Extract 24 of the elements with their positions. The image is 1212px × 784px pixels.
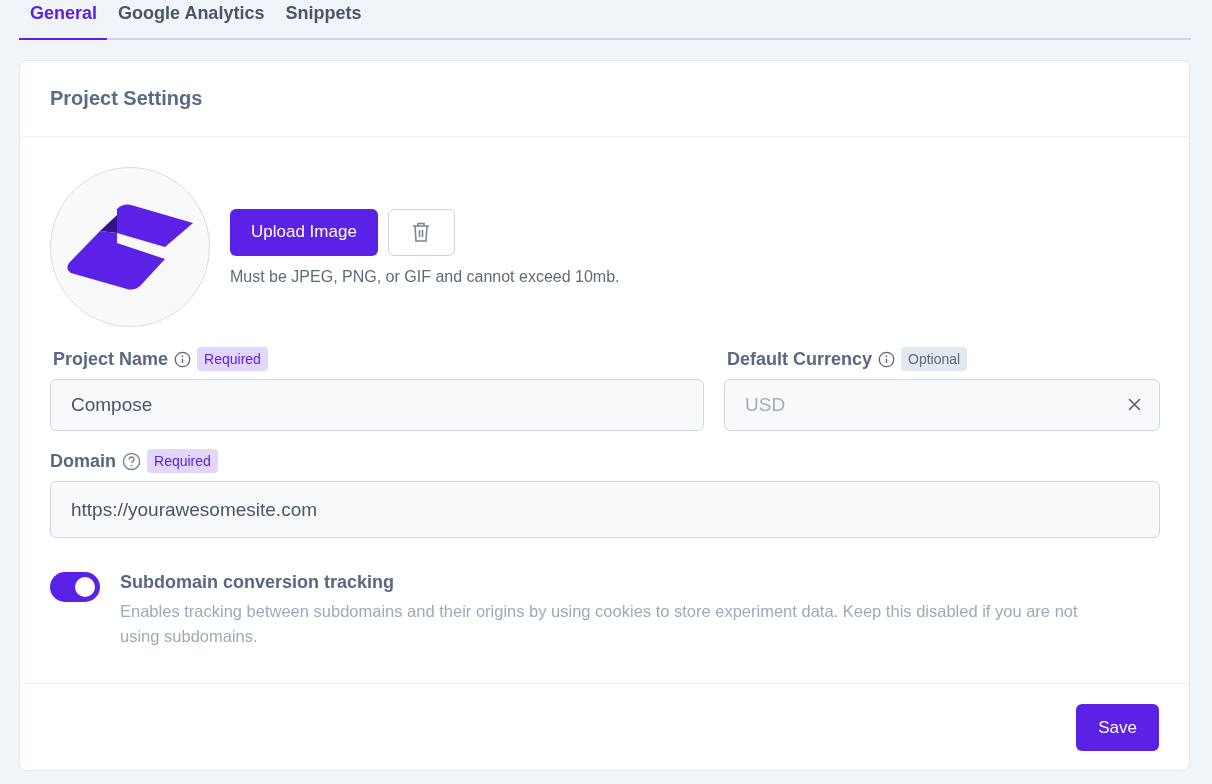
required-badge: Required [197, 347, 268, 371]
trash-icon [411, 221, 432, 243]
clear-icon[interactable] [1128, 398, 1141, 411]
field-label: Domain [50, 450, 116, 472]
tab[interactable]: Snippets [274, 0, 372, 40]
card-title: Project Settings [50, 87, 204, 110]
input-field[interactable]: https://yourawesomesite.com [50, 481, 1160, 538]
optional-badge: Optional [901, 347, 968, 371]
toggle-title: Subdomain conversion tracking [120, 572, 396, 593]
input-field[interactable]: Compose [50, 379, 704, 431]
toggle-switch[interactable] [50, 572, 100, 602]
field-label: Project Name [53, 348, 169, 370]
upload-note: Must be JPEG, PNG, or GIF and cannot exceed 10mb. [230, 267, 620, 286]
required-badge: Required [147, 449, 218, 473]
save-button[interactable]: Save [1076, 704, 1159, 751]
toggle-description: Enables tracking between subdomains and their origins by using cookies to store experiment data. Keep this disabled if you are not using subdomains. [120, 601, 1079, 647]
field-label: Default Currency [727, 348, 873, 370]
info-icon[interactable] [174, 350, 192, 368]
tab[interactable]: Google Analytics [107, 0, 275, 40]
help-icon[interactable] [122, 451, 141, 471]
upload-image-button[interactable]: Upload Image [230, 208, 378, 256]
select-field[interactable]: USD [724, 379, 1160, 431]
tab[interactable]: General [19, 0, 108, 40]
info-icon[interactable] [878, 350, 896, 368]
